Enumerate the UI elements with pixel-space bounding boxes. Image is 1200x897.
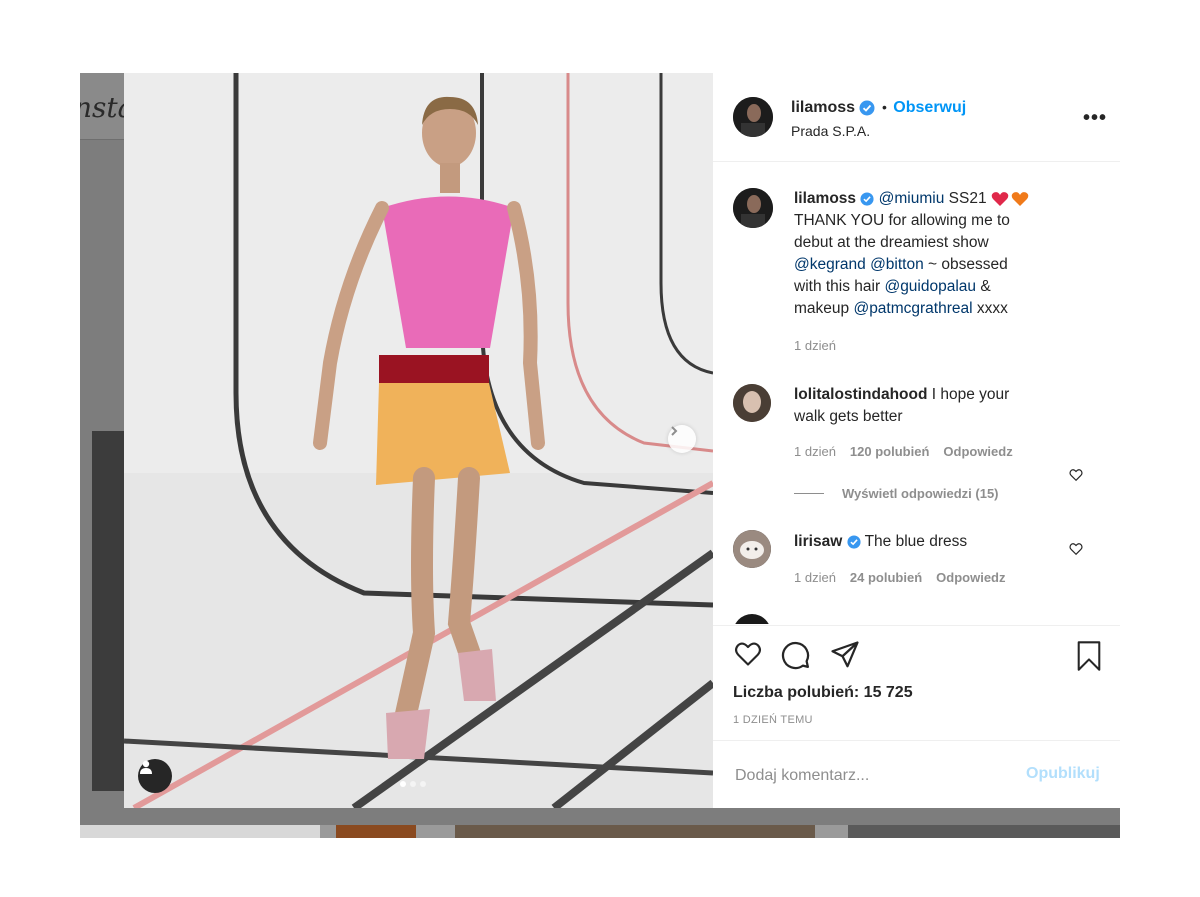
next-photo-button[interactable]: [668, 425, 696, 453]
post-author-line: lilamoss • Obserwuj: [791, 99, 966, 117]
carousel-indicator: [400, 781, 426, 787]
likes-count[interactable]: Liczba polubień: 15 725: [733, 684, 913, 702]
avatar[interactable]: [733, 530, 771, 568]
post-side-panel: lilamoss • Obserwuj Prada S.P.A. ••• lil…: [713, 73, 1120, 808]
follow-button[interactable]: Obserwuj: [893, 99, 966, 116]
post-caption: lilamoss @miumiu SS21 THANK YOU for allo…: [794, 188, 1034, 320]
avatar-image: [733, 530, 771, 568]
comment-text: lolitalostindahood I hope your walk gets…: [794, 384, 1034, 428]
comment-like-heart-icon[interactable]: [1069, 468, 1083, 482]
background-header: nsta: [80, 73, 134, 140]
add-comment-bar: Opublikuj: [713, 740, 1120, 809]
replies-divider: [794, 493, 824, 494]
comment-meta: 1 dzień 120 polubień Odpowiedz: [794, 444, 1013, 459]
mention-link[interactable]: @guidopalau: [884, 278, 976, 295]
avatar-image: [733, 97, 773, 137]
background-thumbnail: [455, 825, 815, 838]
comment-username[interactable]: lirisaw: [794, 533, 842, 550]
comment-age[interactable]: 1 dzień: [794, 444, 836, 459]
comment-likes[interactable]: 24 polubień: [850, 570, 922, 585]
post-actions: Liczba polubień: 15 725 1 DZIEŃ TEMU: [713, 625, 1120, 741]
caption-meta: 1 dzień: [794, 338, 836, 353]
comments-list[interactable]: lilamoss @miumiu SS21 THANK YOU for allo…: [713, 162, 1120, 624]
avatar[interactable]: [733, 384, 771, 422]
reply-button[interactable]: Odpowiedz: [936, 570, 1005, 585]
post-photo[interactable]: [124, 73, 713, 808]
post-author-username[interactable]: lilamoss: [791, 99, 855, 116]
carousel-dot: [400, 781, 406, 787]
post-timestamp[interactable]: 1 DZIEŃ TEMU: [733, 714, 813, 726]
avatar[interactable]: [733, 614, 771, 624]
avatar[interactable]: [733, 188, 773, 228]
avatar-image: [733, 188, 773, 228]
caption-text: xxxx: [972, 300, 1008, 317]
background-feed-image: [92, 431, 128, 791]
heart-icon[interactable]: [733, 640, 763, 668]
background-thumbnail: [848, 825, 1120, 838]
comment-input[interactable]: [733, 761, 1017, 791]
mention-link[interactable]: @bitton: [870, 256, 924, 273]
chevron-right-icon: [671, 426, 678, 436]
view-replies-button[interactable]: Wyświetl odpowiedzi (15): [794, 486, 999, 501]
comment-likes[interactable]: 120 polubień: [850, 444, 929, 459]
red-heart-emoji: [991, 191, 1009, 206]
background-thumbnail: [80, 825, 320, 838]
caption-text: THANK YOU for allowing me to debut at th…: [794, 212, 1010, 251]
verified-badge-icon: [859, 100, 875, 116]
verified-badge-icon: [860, 192, 874, 206]
comment-text: lirisaw The blue dress: [794, 531, 1034, 553]
caption-text: SS21: [944, 190, 991, 207]
mention-link[interactable]: @patmcgrathreal: [853, 300, 972, 317]
post-header: lilamoss • Obserwuj Prada S.P.A. •••: [713, 73, 1120, 162]
separator-dot: •: [881, 99, 887, 115]
reply-button[interactable]: Odpowiedz: [943, 444, 1012, 459]
verified-badge-icon: [847, 535, 861, 549]
mention-link[interactable]: @miumiu: [879, 190, 945, 207]
mention-link[interactable]: @kegrand: [794, 256, 866, 273]
comment-icon[interactable]: [781, 640, 811, 670]
user-tags-button[interactable]: [138, 759, 172, 793]
avatar[interactable]: [733, 97, 773, 137]
carousel-dot: [420, 781, 426, 787]
carousel-dot: [410, 781, 416, 787]
caption-age[interactable]: 1 dzień: [794, 338, 836, 353]
bookmark-icon[interactable]: [1075, 640, 1103, 672]
orange-heart-emoji: [1011, 191, 1029, 206]
avatar-image: [733, 384, 771, 422]
post-location[interactable]: Prada S.P.A.: [791, 123, 870, 139]
comment-body: The blue dress: [860, 533, 968, 550]
runway-photo-illustration: [124, 73, 713, 808]
user-tag-icon: [140, 760, 152, 774]
comment-like-heart-icon[interactable]: [1069, 542, 1083, 556]
view-replies-label: Wyświetl odpowiedzi (15): [842, 486, 999, 501]
more-options-button[interactable]: •••: [1083, 107, 1107, 130]
caption-username[interactable]: lilamoss: [794, 190, 856, 207]
share-icon[interactable]: [830, 640, 860, 670]
publish-button[interactable]: Opublikuj: [1026, 765, 1100, 783]
comment-username[interactable]: lolitalostindahood: [794, 386, 927, 403]
comment-meta: 1 dzień 24 polubień Odpowiedz: [794, 570, 1006, 585]
comment-age[interactable]: 1 dzień: [794, 570, 836, 585]
background-thumbnail: [336, 825, 416, 838]
